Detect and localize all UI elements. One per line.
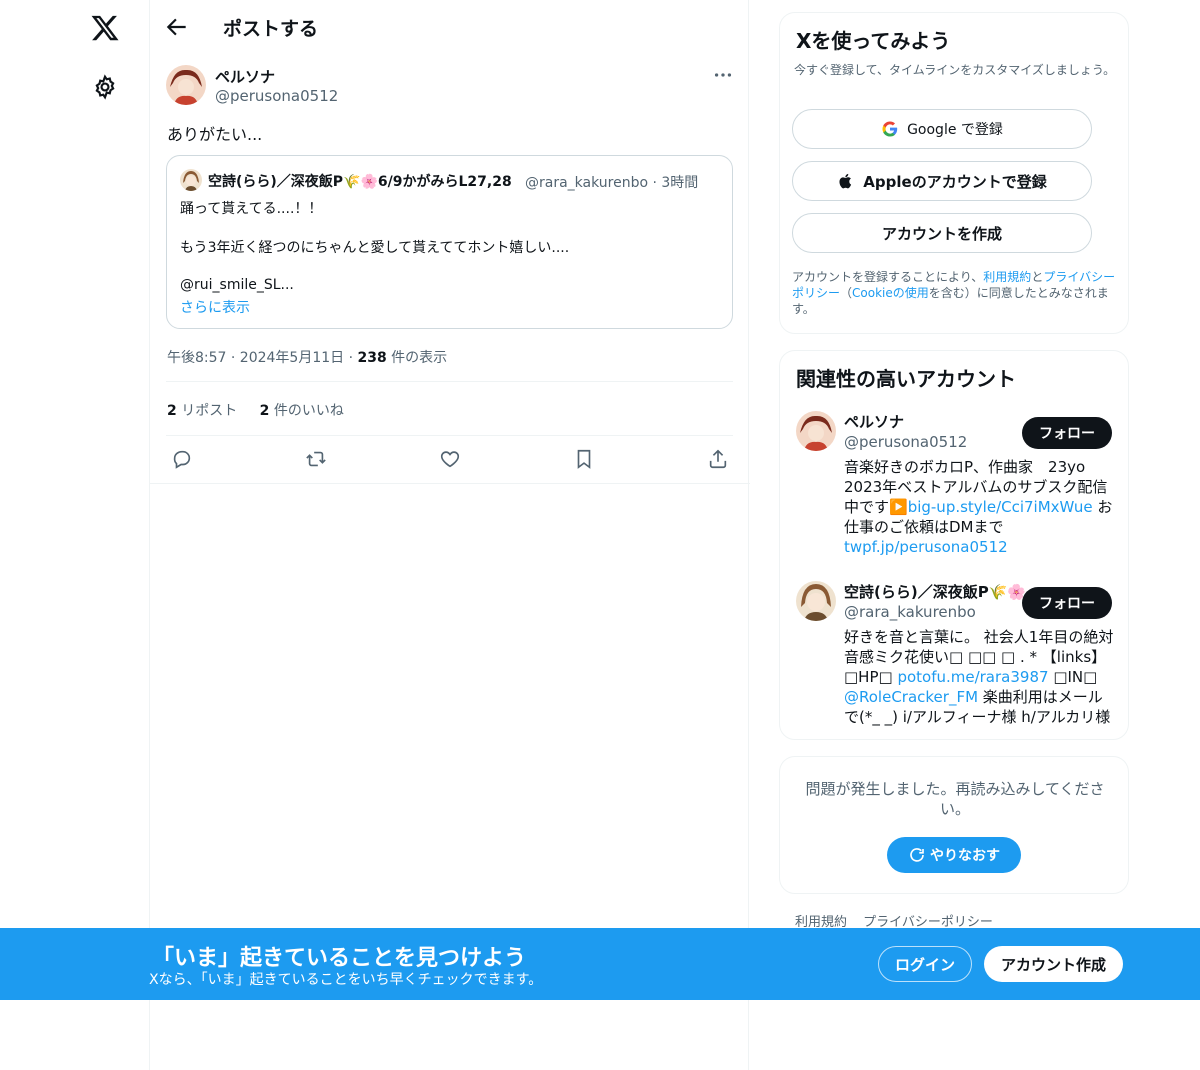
google-signup-label: Google で登録 [907, 122, 1003, 138]
avatar[interactable] [166, 65, 206, 105]
apple-signup-label: Appleのアカウントで登録 [863, 172, 1047, 191]
signup-legal: アカウントを登録することにより、利用規約とプライバシーポリシー（Cookieの使… [792, 269, 1120, 317]
follow-button[interactable]: フォロー [1022, 587, 1112, 619]
left-nav [0, 0, 150, 1070]
reposts-stat[interactable]: 2 リポスト [167, 403, 237, 419]
avatar[interactable] [796, 411, 836, 451]
related-title: 関連性の高いアカウント [796, 367, 1016, 391]
quote-line-2: もう3年近く経つのにちゃんと愛して貰えててホント嬉しい.... [180, 240, 570, 256]
retry-button[interactable]: やりなおす [887, 837, 1021, 873]
quote-meta: @rara_kakurenbo · 3時間 [525, 175, 699, 191]
bio-link[interactable]: potofu.me/rara3987 [897, 668, 1048, 686]
back-arrow-icon[interactable] [164, 14, 190, 40]
account-name[interactable]: 空詩(らら)／深夜飯P🌾🌸 [844, 581, 1026, 602]
google-signup-button[interactable]: Google で登録 [792, 109, 1092, 149]
account-handle[interactable]: @perusona0512 [844, 433, 967, 451]
account-handle[interactable]: @rara_kakurenbo [844, 603, 976, 621]
views-count: 238 [357, 350, 387, 366]
quote-line-1: 踊って貰えてる....！！ [180, 201, 323, 217]
avatar[interactable] [796, 581, 836, 621]
apple-icon [839, 173, 852, 189]
account-bio: 音楽好きのボカロP、作曲家 23yo 2023年ベストアルバムのサブスク配信中で… [844, 458, 1113, 556]
bookmark-icon[interactable] [573, 448, 595, 470]
signup-subtitle: 今すぐ登録して、タイムラインをカスタマイズしましょう。 [794, 63, 1116, 77]
quote-author-name: 空詩(らら)／深夜飯P🌾🌸6/9かがみらL27,28 [208, 174, 512, 190]
create-account-button[interactable]: アカウントを作成 [792, 213, 1092, 253]
likes-stat[interactable]: 2 件のいいね [260, 403, 344, 419]
bio-link[interactable]: @RoleCracker_FM [844, 688, 978, 706]
terms-link[interactable]: 利用規約 [983, 270, 1031, 284]
follow-button[interactable]: フォロー [1022, 417, 1112, 449]
legal-text: （ [840, 286, 853, 300]
page-title: ポストする [223, 18, 319, 40]
error-card: 問題が発生しました。再読み込みしてください。 やりなおす [779, 756, 1129, 894]
timestamp-text[interactable]: 午後8:57 · 2024年5月11日 · [167, 350, 358, 366]
like-icon[interactable] [439, 448, 461, 470]
quote-avatar [180, 169, 202, 191]
signup-card: Xを使ってみよう 今すぐ登録して、タイムラインをカスタマイズしましょう。 Goo… [779, 12, 1129, 334]
repost-icon[interactable] [305, 448, 327, 470]
main-column: ポストする ペルソナ @perusona0512 ありがたい... 空詩(らら)… [149, 0, 750, 1070]
legal-text: と [1031, 270, 1044, 284]
divider [166, 435, 733, 436]
more-icon[interactable] [712, 64, 734, 86]
action-bar [150, 446, 750, 474]
post-stats: 2 リポスト 2 件のいいね [167, 400, 362, 420]
signup-title: Xを使ってみよう [796, 29, 951, 53]
divider [166, 381, 733, 382]
refresh-icon [910, 848, 924, 862]
x-logo-icon[interactable] [90, 13, 120, 43]
reply-icon[interactable] [171, 448, 193, 470]
account-item[interactable]: 空詩(らら)／深夜飯P🌾🌸 @rara_kakurenbo フォロー 好きを音と… [796, 581, 1116, 739]
divider [150, 483, 750, 484]
gear-icon[interactable] [92, 74, 118, 100]
error-message: 問題が発生しました。再読み込みしてください。 [805, 780, 1105, 818]
quote-tweet[interactable]: 空詩(らら)／深夜飯P🌾🌸6/9かがみらL27,28 @rara_kakuren… [166, 155, 733, 329]
retry-label: やりなおす [930, 848, 1000, 864]
quote-line-3: @rui_smile_SL... [180, 277, 294, 293]
signup-banner: 「いま」起きていることを見つけよう Xなら、「いま」起きていることをいち早くチェ… [0, 928, 1200, 1000]
account-name[interactable]: ペルソナ [844, 411, 904, 432]
bio-link[interactable]: twpf.jp/perusona0512 [844, 538, 1008, 556]
banner-subtitle: Xなら、「いま」起きていることをいち早くチェックできます。 [149, 972, 543, 988]
views-label: 件の表示 [386, 350, 448, 366]
signup-button[interactable]: アカウント作成 [984, 946, 1123, 982]
post-timestamp: 午後8:57 · 2024年5月11日 · 238 件の表示 [167, 347, 447, 367]
banner-title: 「いま」起きていることを見つけよう [152, 946, 527, 971]
create-account-label: アカウントを作成 [881, 224, 1002, 243]
post-text: ありがたい... [167, 125, 263, 144]
author-handle[interactable]: @perusona0512 [215, 87, 338, 105]
account-bio: 好きを音と言葉に。 社会人1年目の絶対音感ミク花使い□ □□ □ . * 【li… [844, 628, 1114, 726]
google-icon [882, 121, 898, 137]
account-item[interactable]: ペルソナ @perusona0512 フォロー 音楽好きのボカロP、作曲家 23… [796, 411, 1116, 561]
login-button[interactable]: ログイン [878, 946, 972, 982]
show-more-link[interactable]: さらに表示 [180, 297, 250, 317]
apple-signup-button[interactable]: Appleのアカウントで登録 [792, 161, 1092, 201]
related-accounts-card: 関連性の高いアカウント ペルソナ @perusona0512 フォロー 音楽好き… [779, 350, 1129, 740]
legal-text: アカウントを登録することにより、 [792, 270, 984, 284]
bio-link[interactable]: big-up.style/Cci7iMxWue [908, 498, 1093, 516]
cookie-link[interactable]: Cookieの使用 [852, 286, 929, 300]
page-header: ポストする [150, 0, 750, 54]
author-name[interactable]: ペルソナ [215, 66, 275, 87]
share-icon[interactable] [707, 448, 729, 470]
